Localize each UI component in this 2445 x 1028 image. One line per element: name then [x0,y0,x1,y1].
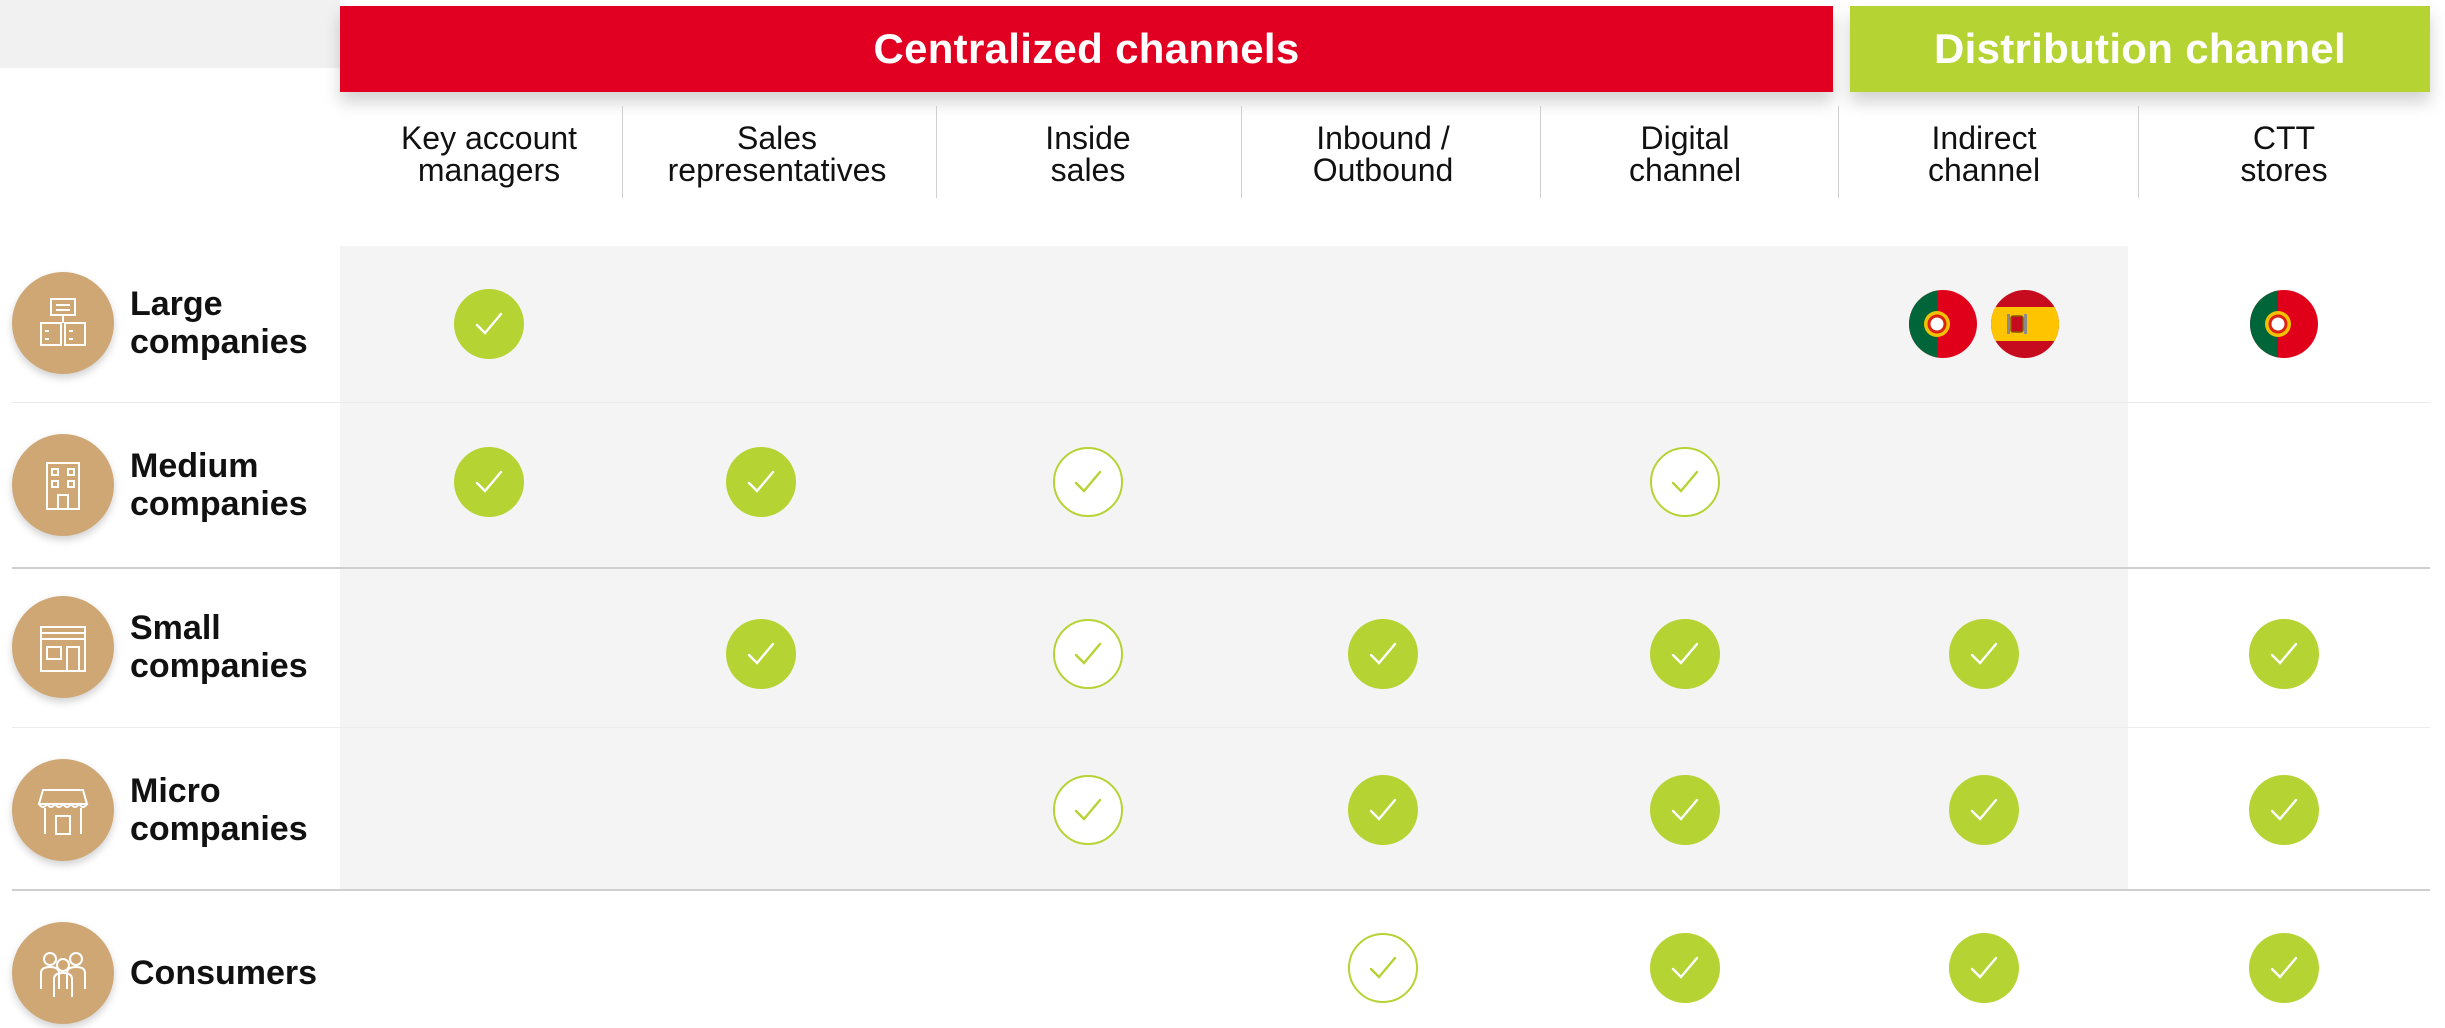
outline-check-icon [1053,447,1123,517]
portugal-flag-icon [2250,290,2318,358]
full-check-icon [454,447,524,517]
segment-consumers: Consumers [12,918,342,1028]
segment-label: Consumers [130,954,318,992]
outline-check-icon [1348,933,1418,1003]
outline-check-icon [1650,447,1720,517]
outline-check-icon [1053,775,1123,845]
centralized-channels-banner: Centralized channels [340,6,1833,92]
portugal-flag-icon [1909,290,1977,358]
segment-label: Small companies [130,609,308,685]
full-check-icon [1949,619,2019,689]
full-check-icon [726,447,796,517]
segment-micro-companies: Micro companies [12,755,342,865]
header-corner-bar [0,0,340,68]
people-group-icon [12,922,114,1024]
full-check-icon [2249,775,2319,845]
column-header-sales-representatives: Sales representatives [667,120,887,188]
column-header-indirect-channel: Indirect channel [1927,120,2041,188]
row-divider [12,727,2430,728]
spain-flag-icon [1991,290,2059,358]
full-check-icon [1650,933,1720,1003]
full-check-icon [1949,933,2019,1003]
distribution-channel-banner: Distribution channel [1850,6,2430,92]
row-divider [12,567,2430,569]
column-separator [936,106,937,198]
full-check-icon [1348,619,1418,689]
segment-label: Large companies [130,285,308,361]
centralized-channels-title: Centralized channels [873,25,1300,72]
full-check-icon [1650,619,1720,689]
full-check-icon [454,289,524,359]
segment-medium-companies: Medium companies [12,430,342,540]
column-header-ctt-stores: CTT stores [2240,120,2328,188]
full-check-icon [1348,775,1418,845]
column-header-key-account-managers: Key account managers [400,120,578,188]
full-check-icon [2249,619,2319,689]
row-divider [12,889,2430,891]
segment-large-companies: Large companies [12,268,342,378]
full-check-icon [1650,775,1720,845]
store-awning-icon [12,759,114,861]
full-check-icon [726,619,796,689]
column-header-inbound-outbound: Inbound / Outbound [1312,120,1454,188]
segment-small-companies: Small companies [12,592,342,702]
row-divider [12,402,2430,403]
column-header-inside-sales: Inside sales [1045,120,1131,188]
segment-label: Micro companies [130,772,308,848]
office-building-icon [12,272,114,374]
shop-icon [12,596,114,698]
building-icon [12,434,114,536]
outline-check-icon [1053,619,1123,689]
column-header-digital-channel: Digital channel [1628,120,1742,188]
segment-label: Medium companies [130,447,308,523]
full-check-icon [1949,775,2019,845]
distribution-channel-title: Distribution channel [1933,25,2346,72]
full-check-icon [2249,933,2319,1003]
